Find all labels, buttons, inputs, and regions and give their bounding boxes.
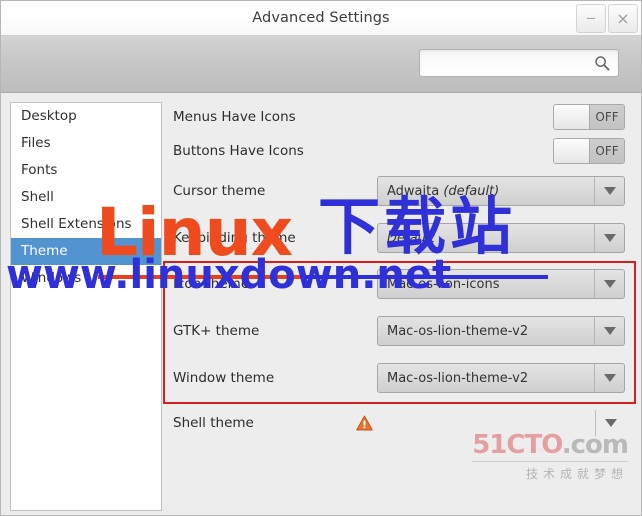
setting-row-shell-theme: Shell theme: [164, 403, 641, 443]
category-sidebar[interactable]: Desktop Files Fonts Shell Shell Extensio…: [10, 102, 162, 511]
icon-theme-value: Mac-os-lion-icons: [378, 277, 594, 292]
setting-label: Buttons Have Icons: [173, 143, 304, 159]
window-controls: − ×: [574, 4, 638, 33]
search-input[interactable]: [427, 50, 587, 76]
setting-row-keybinding-theme: Keybinding theme Default: [164, 218, 641, 258]
chevron-down-icon: [603, 374, 616, 382]
dropdown-value-text: Adwaita: [387, 183, 440, 199]
sidebar-item-label: Windows: [21, 270, 82, 286]
sidebar-item-label: Desktop: [21, 108, 77, 124]
toggle-knob: [554, 139, 590, 163]
toggle-state-label: OFF: [590, 105, 624, 129]
setting-row-buttons-have-icons: Buttons Have Icons OFF: [164, 131, 641, 171]
setting-row-cursor-theme: Cursor theme Adwaita (default): [164, 171, 641, 211]
dropdown-arrow-cell[interactable]: [594, 177, 624, 205]
dropdown-value-default-tag: Default: [387, 230, 435, 246]
sidebar-item-label: Shell: [21, 189, 54, 205]
setting-label: Icon theme: [173, 276, 250, 292]
content-area: Desktop Files Fonts Shell Shell Extensio…: [1, 93, 641, 514]
dropdown-value-text: Mac-os-lion-icons: [387, 276, 500, 292]
setting-label: Shell theme: [173, 415, 254, 431]
shell-theme-dropdown[interactable]: [595, 410, 625, 436]
chevron-down-icon: [603, 327, 616, 335]
toggle-state-label: OFF: [590, 139, 624, 163]
settings-list: Menus Have Icons OFF Buttons Have Icons …: [164, 93, 641, 514]
search-icon: [595, 56, 610, 71]
sidebar-item-windows[interactable]: Windows: [11, 265, 161, 292]
toolbar: [1, 36, 641, 93]
toggle-knob: [554, 105, 590, 129]
setting-label: Keybinding theme: [173, 230, 296, 246]
sidebar-item-label: Theme: [21, 243, 68, 259]
search-box[interactable]: [419, 49, 619, 77]
sidebar-item-shell[interactable]: Shell: [11, 184, 161, 211]
dropdown-arrow-cell[interactable]: [594, 270, 624, 298]
title-bar: Advanced Settings − ×: [1, 1, 641, 36]
close-button[interactable]: ×: [608, 4, 638, 33]
warning-triangle-icon: [356, 415, 373, 431]
dropdown-value-default-tag: (default): [443, 183, 500, 199]
cursor-theme-value: Adwaita (default): [378, 184, 594, 199]
cursor-theme-dropdown[interactable]: Adwaita (default): [377, 176, 625, 206]
sidebar-item-files[interactable]: Files: [11, 130, 161, 157]
minimize-button[interactable]: −: [576, 4, 606, 33]
setting-label: Menus Have Icons: [173, 109, 296, 125]
sidebar-item-label: Shell Extensions: [21, 216, 132, 232]
window-title: Advanced Settings: [252, 10, 390, 26]
dropdown-value-text: Mac-os-lion-theme-v2: [387, 323, 529, 339]
gtk-theme-value: Mac-os-lion-theme-v2: [378, 324, 594, 339]
chevron-down-icon: [604, 419, 617, 427]
keybinding-theme-dropdown[interactable]: Default: [377, 223, 625, 253]
sidebar-item-fonts[interactable]: Fonts: [11, 157, 161, 184]
keybinding-theme-value: Default: [378, 231, 594, 246]
window-theme-value: Mac-os-lion-theme-v2: [378, 371, 594, 386]
application-window: Advanced Settings − × Desktop Files Font…: [0, 0, 642, 516]
sidebar-item-shell-extensions[interactable]: Shell Extensions: [11, 211, 161, 238]
gtk-theme-dropdown[interactable]: Mac-os-lion-theme-v2: [377, 316, 625, 346]
dropdown-arrow-cell[interactable]: [594, 224, 624, 252]
setting-label: Cursor theme: [173, 183, 266, 199]
chevron-down-icon: [603, 187, 616, 195]
setting-row-icon-theme: Icon theme Mac-os-lion-icons: [164, 264, 641, 304]
dropdown-value-text: Mac-os-lion-theme-v2: [387, 370, 529, 386]
setting-label: Window theme: [173, 370, 275, 386]
sidebar-item-label: Fonts: [21, 162, 58, 178]
sidebar-item-desktop[interactable]: Desktop: [11, 103, 161, 130]
setting-row-gtk-theme: GTK+ theme Mac-os-lion-theme-v2: [164, 311, 641, 351]
buttons-have-icons-toggle[interactable]: OFF: [553, 138, 625, 164]
chevron-down-icon: [603, 280, 616, 288]
dropdown-arrow-cell[interactable]: [594, 317, 624, 345]
dropdown-arrow-cell[interactable]: [594, 364, 624, 392]
window-theme-dropdown[interactable]: Mac-os-lion-theme-v2: [377, 363, 625, 393]
menus-have-icons-toggle[interactable]: OFF: [553, 104, 625, 130]
sidebar-item-label: Files: [21, 135, 51, 151]
minimize-icon: −: [585, 11, 597, 26]
sidebar-item-theme[interactable]: Theme: [11, 238, 161, 265]
close-icon: ×: [616, 8, 630, 28]
setting-row-window-theme: Window theme Mac-os-lion-theme-v2: [164, 358, 641, 398]
setting-label: GTK+ theme: [173, 323, 260, 339]
chevron-down-icon: [603, 234, 616, 242]
icon-theme-dropdown[interactable]: Mac-os-lion-icons: [377, 269, 625, 299]
